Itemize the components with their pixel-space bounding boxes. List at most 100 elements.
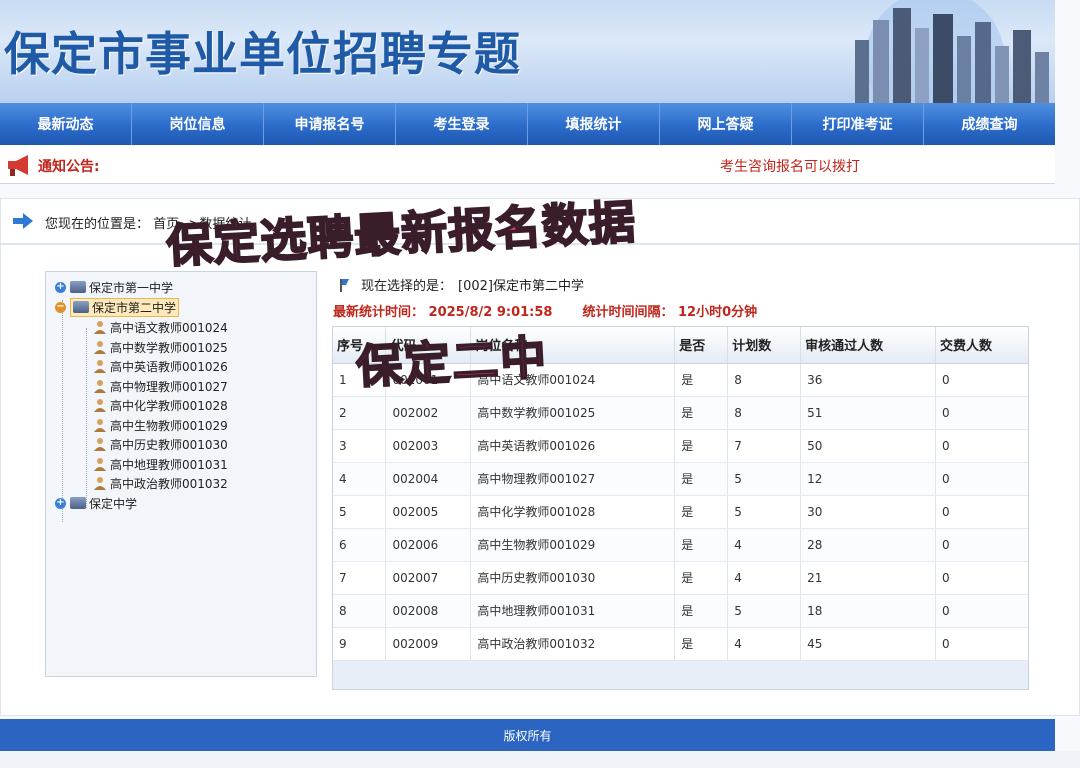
table-cell: 0 — [935, 561, 1028, 595]
table-cell: 4 — [727, 627, 802, 661]
table-cell: 002006 — [385, 528, 472, 562]
col-header[interactable]: 计划数 — [727, 327, 802, 364]
selection-value: [002]保定市第二中学 — [458, 279, 584, 294]
table-cell: 6 — [333, 528, 387, 562]
table-cell: 18 — [800, 594, 937, 628]
table-row[interactable]: 7 002007 高中历史教师001030 是 4 21 0 — [333, 561, 1028, 595]
table-row[interactable]: 3 002003 高中英语教师001026 是 7 50 0 — [333, 429, 1028, 463]
tree-node-position[interactable]: 高中生物教师001029 — [93, 416, 228, 434]
table-cell: 高中物理教师001027 — [470, 462, 676, 496]
user-icon — [94, 458, 106, 471]
stats-time: 最新统计时间： 2025/8/2 9:01:58 — [333, 305, 553, 320]
overlay-caption-school: 保定二中 — [354, 329, 551, 395]
tree-connector — [86, 328, 87, 508]
selection-label: 现在选择的是： — [361, 279, 453, 294]
user-icon — [94, 360, 106, 373]
table-cell: 是 — [674, 594, 729, 628]
tree-node-position[interactable]: 高中数学教师001025 — [93, 338, 228, 356]
tree-node-label: 高中数学教师001025 — [110, 340, 228, 355]
selected-node[interactable]: 保定市第二中学 — [70, 297, 180, 317]
notice-marquee[interactable]: 考生咨询报名可以拨打 — [720, 156, 860, 176]
footer: 版权所有 — [0, 719, 1055, 751]
table-cell: 4 — [333, 462, 387, 496]
tree-node-position[interactable]: 高中语文教师001024 — [93, 318, 228, 336]
table-row[interactable]: 8 002008 高中地理教师001031 是 5 18 0 — [333, 594, 1028, 628]
table-row[interactable]: 2 002002 高中数学教师001025 是 8 51 0 — [333, 396, 1028, 430]
nav-apply-number[interactable]: 申请报名号 — [264, 103, 396, 145]
col-header[interactable]: 交费人数 — [935, 327, 1028, 364]
nav-latest-news[interactable]: 最新动态 — [0, 103, 132, 145]
arrow-right-icon — [13, 213, 33, 229]
table-cell: 0 — [935, 462, 1028, 496]
tree-node-position[interactable]: 高中政治教师001032 — [93, 474, 228, 492]
table-cell: 0 — [935, 627, 1028, 661]
main-nav: 最新动态 岗位信息 申请报名号 考生登录 填报统计 网上答疑 打印准考证 成绩查… — [0, 103, 1055, 145]
tree-node-label: 高中化学教师001028 — [110, 398, 228, 413]
tree-node-school1[interactable]: + 保定市第一中学 — [55, 278, 173, 296]
tree-node-label: 保定市第二中学 — [92, 300, 177, 315]
col-header[interactable]: 是否 — [674, 327, 729, 364]
table-row[interactable]: 9 002009 高中政治教师001032 是 4 45 0 — [333, 627, 1028, 661]
pin-icon — [340, 278, 349, 292]
table-row[interactable]: 5 002005 高中化学教师001028 是 5 30 0 — [333, 495, 1028, 529]
user-icon — [94, 477, 106, 490]
table-cell: 002009 — [385, 627, 472, 661]
notice-bar: 通知公告: 考生咨询报名可以拨打 — [0, 146, 1055, 184]
table-cell: 50 — [800, 429, 937, 463]
expand-icon[interactable]: + — [55, 281, 66, 293]
tree-node-position[interactable]: 高中地理教师001031 — [93, 455, 228, 473]
user-icon — [94, 438, 106, 451]
tree-node-label: 高中语文教师001024 — [110, 320, 228, 335]
user-icon — [94, 341, 106, 354]
table-cell: 002003 — [385, 429, 472, 463]
table-cell: 8 — [333, 594, 387, 628]
table-cell: 4 — [727, 528, 802, 562]
table-cell: 高中生物教师001029 — [470, 528, 676, 562]
table-cell: 高中地理教师001031 — [470, 594, 676, 628]
expand-icon[interactable]: + — [55, 497, 66, 509]
nav-position-info[interactable]: 岗位信息 — [132, 103, 264, 145]
nav-online-qa[interactable]: 网上答疑 — [660, 103, 792, 145]
table-row[interactable]: 4 002004 高中物理教师001027 是 5 12 0 — [333, 462, 1028, 496]
nav-candidate-login[interactable]: 考生登录 — [396, 103, 528, 145]
bottom-strip — [0, 751, 1080, 768]
table-cell: 7 — [333, 561, 387, 595]
table-cell: 是 — [674, 495, 729, 529]
table-cell: 28 — [800, 528, 937, 562]
table-cell: 45 — [800, 627, 937, 661]
school-tree: + 保定市第一中学 − 保定市第二中学 高中语文教师001024 高中数学教师0… — [45, 271, 317, 677]
nav-score-query[interactable]: 成绩查询 — [924, 103, 1055, 145]
table-cell: 是 — [674, 561, 729, 595]
tree-node-position[interactable]: 高中英语教师001026 — [93, 357, 228, 375]
tree-node-school3[interactable]: + 保定中学 — [55, 494, 137, 512]
tree-node-label: 高中物理教师001027 — [110, 379, 228, 394]
megaphone-icon — [8, 155, 28, 176]
table-cell: 0 — [935, 495, 1028, 529]
table-cell: 是 — [674, 429, 729, 463]
table-cell: 36 — [800, 363, 937, 397]
tree-node-position[interactable]: 高中化学教师001028 — [93, 396, 228, 414]
tree-node-label: 高中政治教师001032 — [110, 476, 228, 491]
table-cell: 21 — [800, 561, 937, 595]
col-header[interactable]: 审核通过人数 — [800, 327, 937, 364]
table-cell: 2 — [333, 396, 387, 430]
nav-statistics[interactable]: 填报统计 — [528, 103, 660, 145]
nav-print-admission[interactable]: 打印准考证 — [792, 103, 924, 145]
table-cell: 是 — [674, 528, 729, 562]
book-icon — [70, 281, 86, 293]
table-cell: 002004 — [385, 462, 472, 496]
table-cell: 5 — [727, 462, 802, 496]
stats-interval: 统计时间间隔： 12小时0分钟 — [582, 305, 758, 320]
tree-connector — [62, 300, 63, 522]
table-cell: 0 — [935, 528, 1028, 562]
table-cell: 高中历史教师001030 — [470, 561, 676, 595]
table-row[interactable]: 6 002006 高中生物教师001029 是 4 28 0 — [333, 528, 1028, 562]
tree-node-position[interactable]: 高中物理教师001027 — [93, 377, 228, 395]
table-cell: 002005 — [385, 495, 472, 529]
table-cell: 5 — [727, 495, 802, 529]
table-cell: 4 — [727, 561, 802, 595]
table-cell: 002002 — [385, 396, 472, 430]
tree-node-school2[interactable]: − 保定市第二中学 — [55, 297, 180, 317]
tree-node-position[interactable]: 高中历史教师001030 — [93, 435, 228, 453]
collapse-icon[interactable]: − — [55, 301, 66, 313]
